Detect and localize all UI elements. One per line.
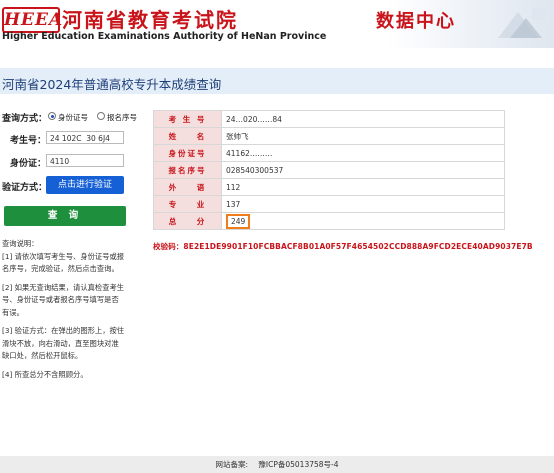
score-result-table: 考 生 号 24…020……84 姓 名 张帅飞 身份证号 41162……… 报…	[153, 110, 505, 230]
row-key: 外 语	[153, 178, 222, 196]
radio-registration-no-label[interactable]: 报名序号	[107, 112, 137, 123]
site-footer: 网站备案: 豫ICP备05013758号-4	[0, 456, 554, 473]
query-instructions: 查询说明： [1] 请依次填写考生号、身份证号或报名序号，完成验证，然后点击查询…	[2, 238, 126, 381]
row-key: 身份证号	[153, 144, 222, 162]
query-button[interactable]: 查 询	[4, 206, 126, 226]
radio-id-card[interactable]	[48, 112, 56, 120]
row-value: 137	[221, 195, 505, 213]
footer-icp-link[interactable]: 豫ICP备05013758号-4	[258, 460, 338, 469]
table-row: 专 业 137	[153, 195, 505, 213]
instruction-item: [3] 验证方式：在弹出的图形上，按住滑块不放，向右滑动，直至图块对准缺口处，然…	[2, 326, 125, 360]
heea-logo: HEEA	[2, 7, 62, 33]
total-score-value: 249	[226, 213, 251, 229]
page-title: 河南省2024年普通高校专升本成绩查询	[2, 77, 222, 92]
row-key: 姓 名	[153, 127, 222, 145]
table-row: 身份证号 41162………	[153, 144, 505, 162]
id-card-label: 身份证：	[10, 159, 47, 169]
exam-no-label: 考生号：	[10, 136, 47, 146]
row-key: 总 分	[153, 212, 222, 230]
logo-english-name: Higher Education Examinations Authority …	[2, 31, 327, 42]
logo-chinese-name: 河南省教育考试院	[62, 8, 238, 32]
table-row: 姓 名 张帅飞	[153, 127, 505, 145]
query-method-label: 查询方式：	[2, 114, 48, 124]
footer-record-label: 网站备案:	[215, 460, 248, 469]
row-key: 考 生 号	[153, 110, 222, 128]
radio-id-card-label[interactable]: 身份证号	[58, 112, 88, 123]
instructions-title: 查询说明：	[2, 239, 39, 248]
instruction-item: [2] 如果无查询结果，请认真检查考生号、身份证号或者报名序号填写是否有误。	[2, 282, 125, 317]
exam-no-input[interactable]: 24 102C 30 6J4	[46, 131, 124, 144]
row-value: 张帅飞	[221, 127, 505, 145]
row-value: 24…020……84	[221, 110, 505, 128]
row-key: 报名序号	[153, 161, 222, 179]
verify-button[interactable]: 点击进行验证	[46, 176, 124, 194]
checksum-value: 8E2E1DE9901F10FCBBACF8B01A0F57F4654502CC…	[183, 242, 533, 251]
id-card-input[interactable]: 4110	[46, 154, 124, 167]
radio-registration-no[interactable]	[97, 112, 105, 120]
data-center-title: 数据中心	[376, 11, 456, 32]
row-value: 41162………	[221, 144, 505, 162]
table-row: 外 语 112	[153, 178, 505, 196]
checksum-line: 校验码：8E2E1DE9901F10FCBBACF8B01A0F57F46545…	[153, 241, 533, 252]
total-score-cell: 249	[221, 212, 505, 230]
table-row: 报名序号 028540300537	[153, 161, 505, 179]
verify-method-label: 验证方式：	[2, 183, 48, 193]
instruction-item: [1] 请依次填写考生号、身份证号或报名序号，完成验证，然后点击查询。	[2, 251, 125, 274]
table-row: 总 分 249	[153, 212, 505, 230]
row-value: 112	[221, 178, 505, 196]
instruction-item: [4] 所查总分不含照顾分。	[2, 369, 88, 379]
site-header: HEEA 河南省教育考试院 Higher Education Examinati…	[0, 0, 554, 48]
checksum-label: 校验码：	[153, 242, 184, 251]
header-decoration-icon	[498, 8, 546, 38]
row-key: 专 业	[153, 195, 222, 213]
table-row: 考 生 号 24…020……84	[153, 110, 505, 128]
row-value: 028540300537	[221, 161, 505, 179]
